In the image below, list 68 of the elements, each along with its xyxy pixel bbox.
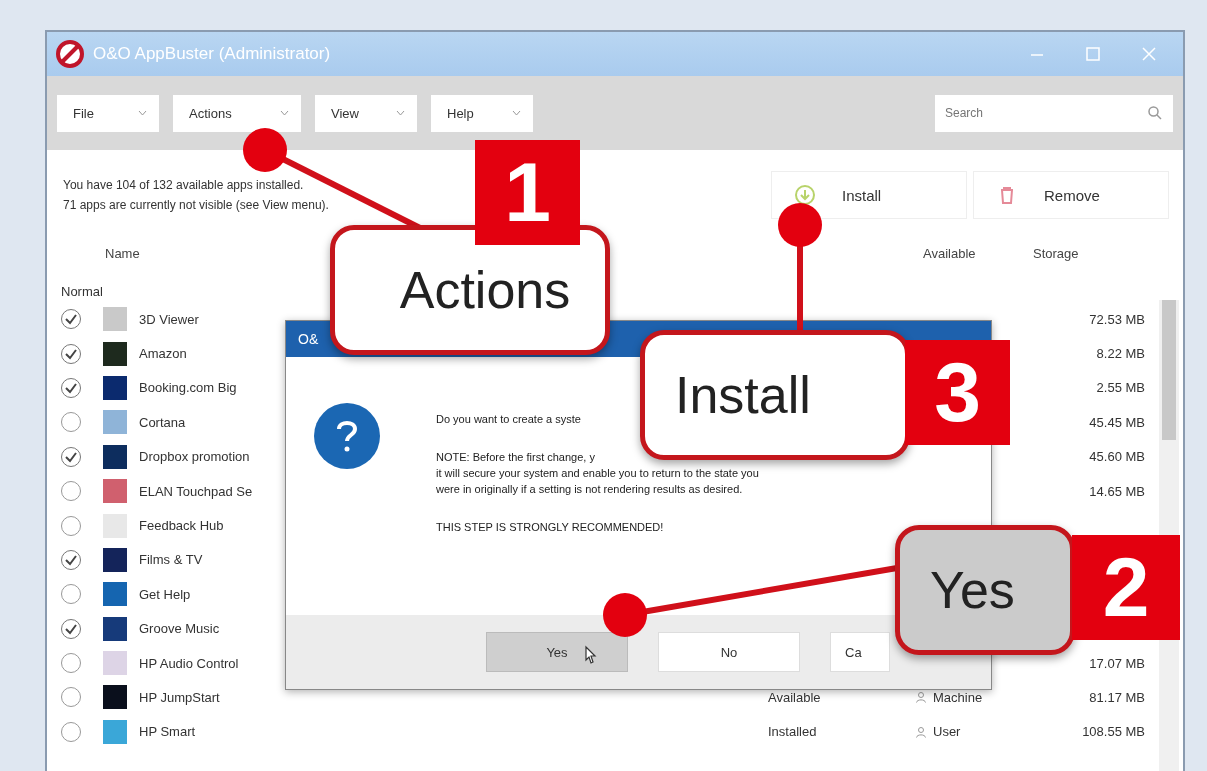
app-name: HP Smart — [139, 724, 196, 740]
download-icon — [794, 184, 816, 206]
caret-icon — [396, 110, 405, 116]
step-number-badge: 1 — [475, 140, 580, 245]
app-name: Get Help — [139, 586, 191, 602]
dialog-button[interactable]: Yes — [486, 632, 628, 672]
dialog-text: NOTE: Before the first change, y — [436, 451, 595, 463]
dialog-text: were in originally if a setting is not rendering results as desired. — [436, 483, 743, 495]
person-icon — [915, 725, 927, 738]
app-size: 108.55 MB — [1082, 724, 1145, 740]
step-number-badge: 3 — [905, 340, 1010, 445]
app-scope: Machine — [933, 690, 983, 705]
window-title: O&O AppBuster (Administrator) — [93, 44, 331, 64]
menu-button[interactable]: Help — [431, 94, 533, 132]
info-text: 71 apps are currently not visible (see View menu). — [63, 198, 329, 212]
app-name: ELAN Touchpad Se — [139, 483, 253, 499]
app-name: Groove Music — [139, 621, 220, 637]
menu-button[interactable]: Actions — [173, 94, 301, 132]
callout-box: Yes — [895, 525, 1075, 655]
app-state: Available — [768, 690, 821, 705]
app-size: 14.65 MB — [1089, 483, 1145, 499]
action-button[interactable]: Install — [771, 171, 967, 219]
caret-icon — [138, 110, 147, 116]
app-scope: User — [933, 724, 961, 740]
dialog-text: it will secure your system and enable you to return to the state you — [436, 467, 759, 479]
info-text: You have 104 of 132 available apps installed. — [63, 178, 305, 192]
app-name: Dropbox promotion — [139, 449, 250, 465]
search-icon — [1147, 104, 1163, 121]
app-name: Cortana — [139, 414, 186, 430]
mouse-pointer-icon — [582, 645, 598, 667]
app-size: 72.53 MB — [1089, 311, 1145, 327]
app-name: 3D Viewer — [139, 311, 199, 327]
app-size: 2.55 MB — [1096, 380, 1145, 396]
dialog-text: Do you want to create a syste — [436, 413, 581, 425]
app-name: Feedback Hub — [139, 518, 224, 534]
caret-icon — [280, 110, 289, 116]
checkmark-icon — [64, 312, 78, 327]
column-header[interactable]: Available — [923, 245, 1033, 261]
dialog-text: THIS STEP IS STRONGLY RECOMMENDED! — [436, 521, 664, 533]
column-header[interactable]: Storage — [1033, 245, 1183, 261]
prohibited-sign-icon — [55, 39, 85, 69]
app-name: HP JumpStart — [139, 690, 220, 705]
dialog-title: O& — [298, 331, 319, 347]
dialog-button[interactable]: Ca — [830, 632, 890, 672]
scrollbar-thumb[interactable] — [1162, 300, 1176, 440]
close-icon[interactable] — [1141, 46, 1157, 62]
menu-button[interactable]: View — [315, 94, 417, 132]
app-name: Films & TV — [139, 552, 203, 568]
app-size: 45.60 MB — [1089, 449, 1145, 465]
app-name: Amazon — [139, 346, 187, 362]
menu-button[interactable]: File — [57, 94, 159, 132]
app-name: Booking.com Big — [139, 380, 237, 396]
app-size: 8.22 MB — [1096, 346, 1145, 362]
callout-box: Actions — [330, 225, 610, 355]
search-field[interactable]: Search — [935, 94, 1173, 132]
app-state: Installed — [768, 724, 817, 740]
action-button[interactable]: Remove — [973, 171, 1169, 219]
person-icon — [915, 691, 927, 704]
app-size: 81.17 MB — [1089, 690, 1145, 705]
dialog-button[interactable]: No — [658, 632, 800, 672]
maximize-icon[interactable] — [1085, 46, 1101, 62]
caret-icon — [512, 110, 521, 116]
question-icon — [314, 403, 380, 469]
step-number-badge: 2 — [1072, 535, 1180, 640]
app-size: 17.07 MB — [1089, 655, 1145, 671]
group-heading: Normal — [61, 284, 103, 301]
app-size: 45.45 MB — [1089, 414, 1145, 430]
app-name: HP Audio Control — [139, 655, 239, 671]
